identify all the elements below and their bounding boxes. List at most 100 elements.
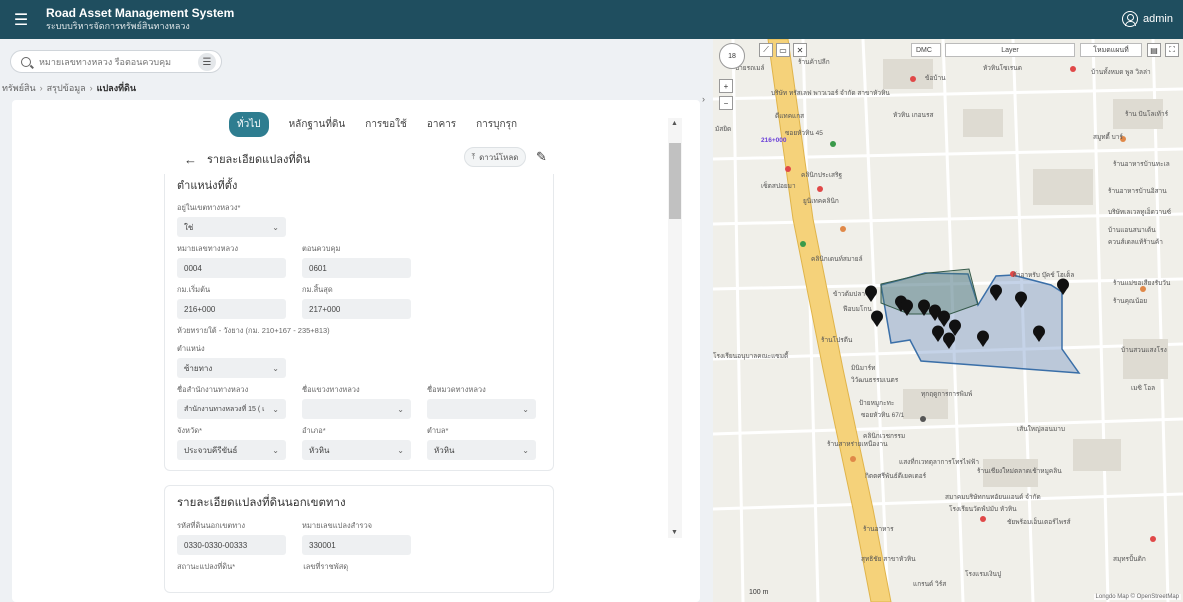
position-select[interactable]: ซ้ายทาง ⌄ [177, 358, 286, 378]
detail-card: ทั่วไป หลักฐานที่ดิน การขอใช้ อาคาร การบ… [12, 100, 700, 602]
field-label: อยู่ในเขตทางหลวง* [177, 203, 241, 212]
fullscreen-icon[interactable]: ⛶ [1165, 43, 1179, 57]
province-select[interactable]: ประจวบคีรีขันธ์ ⌄ [177, 440, 286, 460]
control-section-field[interactable]: 0601 [302, 258, 411, 278]
field-label: กม.สิ้นสุด [302, 285, 333, 294]
amphoe-select[interactable]: หัวหิน ⌄ [302, 440, 411, 460]
tab-encroachment[interactable]: การบุกรุก [476, 113, 517, 136]
map-label: มัสยิด [715, 126, 732, 133]
map-label: บ้านแอนสนาเด้น [1108, 227, 1156, 234]
filter-icon[interactable]: ☰ [198, 53, 216, 71]
select-value: ใช่ [184, 222, 194, 232]
field-label: รหัสที่ดินนอกเขตทาง [177, 521, 246, 530]
field-label: สถานะแปลงที่ดิน* [177, 562, 236, 571]
area-icon[interactable]: ▭ [776, 43, 790, 57]
ruler-icon[interactable]: ⟋ [759, 43, 773, 57]
field-label: หมายเลขทางหลวง [177, 244, 239, 253]
scrollbar-thumb[interactable] [669, 143, 681, 219]
highway-number-field[interactable]: 0004 [177, 258, 286, 278]
zoom-level-control[interactable]: 18 [719, 43, 745, 69]
dmc-select[interactable]: DMC [911, 43, 941, 57]
map-label: หัวหินโซเรนด [983, 65, 1022, 72]
scroll-down-icon[interactable]: ▼ [671, 529, 678, 536]
chevron-down-icon: ⌄ [272, 445, 279, 455]
highway-office-select[interactable]: สำนักงานทางหลวงที่ 15 ( เ ⌄ [177, 399, 286, 419]
map-label: เส้นใหญ่ลอนมาบ [1017, 426, 1066, 433]
tab-bar: ทั่วไป หลักฐานที่ดิน การขอใช้ อาคาร การบ… [229, 112, 517, 137]
select-value: โหมดแผนที่ [1093, 46, 1129, 54]
field-label: ชื่อสำนักงานทางหลวง [177, 385, 249, 394]
map-scale: 100 m [749, 589, 769, 596]
field-label: เลขที่ราชพัสดุ [303, 562, 349, 571]
map-label: ฟีอบมโกน [843, 306, 872, 313]
scroll-up-icon[interactable]: ▲ [671, 120, 678, 127]
breadcrumb-item[interactable]: สรุปข้อมูล [47, 83, 86, 93]
map-label: สมาคมบริษัทกนทอัยนแอนด์ จำกัด [945, 494, 1041, 501]
outside-land-code-field[interactable]: 0330-0330-00333 [177, 535, 286, 555]
chevron-down-icon: ⌄ [522, 445, 529, 455]
user-menu[interactable]: admin [1122, 11, 1173, 27]
field-label: ชื่อหมวดทางหลวง [427, 385, 486, 394]
map-label: สุทธิชัย สาขาหัวหิน [861, 556, 916, 563]
form-scrollbar[interactable]: ▲ ▼ [668, 118, 682, 538]
edit-pencil-icon[interactable]: ✎ [536, 149, 547, 165]
section-title: รายละเอียดแปลงที่ดินนอกเขตทาง [177, 497, 346, 509]
field-value: 216+000 [184, 304, 216, 314]
search-input[interactable] [39, 56, 179, 67]
map-canvas[interactable] [713, 39, 1183, 602]
map-label: วิวัฒนธรรมเนตร [851, 377, 899, 384]
map-label: เซ็ตสปอยมา [761, 183, 796, 190]
select-value: หัวหิน [309, 445, 330, 455]
chevron-down-icon: ⌄ [397, 445, 404, 455]
map-label: เมซิ โอล [1131, 385, 1156, 392]
zoom-out-icon[interactable]: − [719, 96, 733, 110]
map-label: บริษัทเลเวลทูเอ็ดวานซ์ [1108, 209, 1172, 216]
map-label: แสงที่กเวทตุลาการโทรไฟฟ้า [899, 459, 980, 466]
map-view[interactable]: ร้านค้าปลีก บ้านทั้งหมด พูล วิลล่า ข้อบ้… [713, 39, 1183, 602]
breadcrumb-item[interactable]: ทรัพย์สิน [2, 83, 36, 93]
map-label: ซอยหัวหิน 67/1 [861, 412, 905, 419]
tab-land-evidence[interactable]: หลักฐานที่ดิน [289, 113, 346, 136]
district-office-select[interactable]: ⌄ [302, 399, 411, 419]
field-label: จังหวัด* [177, 426, 203, 435]
layers-icon[interactable]: ▤ [1147, 43, 1161, 57]
layer-select[interactable]: Layer [945, 43, 1075, 57]
tab-usage-request[interactable]: การขอใช้ [365, 113, 407, 136]
clear-icon[interactable]: ✕ [793, 43, 807, 57]
map-label: ร้านอาหาร [863, 526, 894, 533]
in-highway-select[interactable]: ใช่ ⌄ [177, 217, 286, 237]
app-subtitle: ระบบบริหารจัดการทรัพย์สินทางหลวง [46, 21, 190, 32]
download-button[interactable]: ⤒ ดาวน์โหลด [464, 147, 526, 167]
app-header: ☰ Road Asset Management System ระบบบริหา… [0, 0, 1183, 39]
map-attribution[interactable]: Longdo Map © OpenStreetMap [1093, 594, 1181, 600]
tab-buildings[interactable]: อาคาร [427, 113, 456, 136]
back-arrow-icon[interactable]: ← [184, 152, 197, 167]
tab-general[interactable]: ทั่วไป [229, 112, 269, 137]
left-panel: ☰ ทรัพย์สิน›สรุปข้อมูล›แปลงที่ดิน ทั่วไป… [0, 39, 705, 602]
field-value: 330001 [309, 540, 336, 550]
map-label: มินิมาร์ท [851, 365, 876, 372]
map-label: คลินิกประเสริฐ [801, 172, 843, 179]
map-mode-select[interactable]: โหมดแผนที่ [1080, 43, 1142, 57]
map-label: ข้าวต้มปลา [833, 291, 866, 298]
km-start-field[interactable]: 216+000 [177, 299, 286, 319]
collapse-panel-icon[interactable]: › [702, 94, 705, 104]
tambon-select[interactable]: หัวหิน ⌄ [427, 440, 536, 460]
map-label: ซอยหัวหิน 45 [785, 130, 823, 137]
chevron-down-icon: ⌄ [272, 222, 279, 232]
km-end-field[interactable]: 217+000 [302, 299, 411, 319]
map-label: บริษัท ทรัสเลฟ พาวเวอร์ จำกัด สาขาหัวหิน [771, 90, 890, 97]
field-value: 217+000 [309, 304, 341, 314]
map-label: แกรนด์ วิร์ส [913, 581, 947, 588]
survey-number-field[interactable]: 330001 [302, 535, 411, 555]
highway-unit-select[interactable]: ⌄ [427, 399, 536, 419]
breadcrumb: ทรัพย์สิน › สรุปข้อมูล › แปลงที่ดิน [2, 83, 137, 93]
select-value: ซ้ายทาง [184, 363, 213, 373]
select-value: ประจวบคีรีขันธ์ [184, 445, 238, 455]
map-label: โรงเรียนอนุบาลคณะแซมตี้ [713, 353, 789, 360]
breadcrumb-current: แปลงที่ดิน [96, 83, 137, 93]
zoom-in-icon[interactable]: + [719, 79, 733, 93]
field-value: 0004 [184, 263, 202, 273]
menu-icon[interactable]: ☰ [4, 0, 38, 39]
map-label: โรงแรมเงินปู [965, 571, 1002, 578]
